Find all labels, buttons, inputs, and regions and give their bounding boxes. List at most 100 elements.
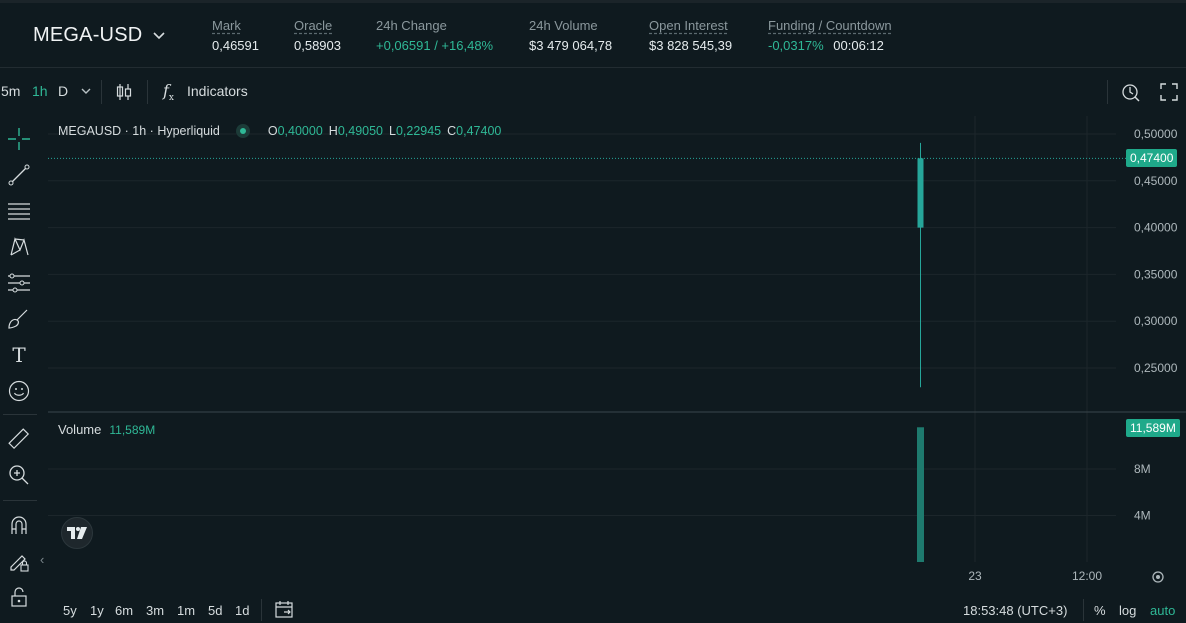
time-axis-label: 12:00 [1072, 569, 1102, 583]
ohlc-low: 0,22945 [395, 124, 442, 138]
drawing-tools-rail: T [0, 116, 40, 623]
price-axis-label: 0,40000 [1134, 221, 1178, 235]
ohlc-open: 0,40000 [277, 124, 323, 138]
range-1y[interactable]: 1y [90, 603, 104, 618]
mark-label[interactable]: Mark [212, 18, 259, 33]
ohlc-high-key: H [328, 124, 338, 138]
function-fx-icon[interactable]: fx [163, 81, 174, 103]
oracle-label[interactable]: Oracle [294, 18, 341, 33]
volume-value: 11,589M [109, 423, 156, 437]
rail-divider [3, 414, 37, 415]
chart-toolbar: 5m 1h D fx Indicators [0, 74, 1186, 110]
chevron-down-icon [153, 31, 165, 39]
range-1m[interactable]: 1m [177, 603, 195, 618]
lock-drawings-icon[interactable] [6, 548, 32, 574]
trend-line-icon[interactable] [6, 162, 32, 188]
alert-clock-icon[interactable] [1121, 82, 1141, 102]
oracle-value: 0,58903 [294, 38, 341, 53]
brush-icon[interactable] [6, 306, 32, 332]
ruler-icon[interactable] [6, 426, 32, 452]
chart-canvas[interactable]: 0,50000 0,45000 0,40000 0,35000 0,30000 0,250… [48, 116, 1186, 596]
interval-d[interactable]: D [58, 83, 68, 99]
funding-rate-value: -0,0317% [768, 38, 824, 53]
volume-axis-label: 4M [1134, 509, 1151, 523]
change-24h-label: 24h Change [376, 18, 447, 33]
pattern-icon[interactable] [6, 234, 32, 260]
candle-body [917, 158, 924, 228]
price-axis-label: 0,45000 [1134, 174, 1178, 188]
volume-legend: Volume 11,589M [58, 422, 155, 437]
tradingview-logo-icon [67, 527, 87, 539]
ohlc-open-key: O [267, 124, 278, 138]
text-tool-icon[interactable]: T [6, 342, 32, 368]
log-scale-toggle[interactable]: log [1119, 603, 1136, 618]
range-5y[interactable]: 5y [63, 603, 77, 618]
volume-24h-value: $3 479 064,78 [529, 38, 613, 53]
forecast-tools-icon[interactable] [6, 270, 32, 296]
percent-scale-toggle[interactable]: % [1094, 603, 1106, 618]
range-1d[interactable]: 1d [235, 603, 249, 618]
candles-style-icon[interactable] [116, 83, 132, 101]
magnet-icon[interactable] [6, 512, 32, 538]
last-volume-tag: 11,589M [1126, 419, 1180, 438]
timezone-clock[interactable]: 18:53:48 (UTC+3) [963, 603, 1067, 618]
change-24h-value: +0,06591 / +16,48% [376, 38, 494, 53]
price-axis-label: 0,35000 [1134, 267, 1178, 281]
settings-gear-icon [1156, 575, 1160, 579]
mark-value: 0,46591 [212, 38, 259, 53]
volume-24h-label: 24h Volume [529, 18, 598, 33]
ohlc-high: 0,49050 [337, 124, 383, 138]
toolbar-divider [1107, 80, 1108, 104]
volume-24h-stat: 24h Volume $3 479 064,78 [529, 18, 612, 53]
price-axis-label: 0,50000 [1134, 127, 1178, 141]
funding-stat: Funding / Countdown -0,0317% 00:06:12 [768, 18, 892, 53]
last-price-tag: 0,47400 [1126, 149, 1178, 168]
volume-axis-label: 8M [1134, 462, 1151, 476]
price-axis-label: 0,25000 [1134, 361, 1178, 375]
bottom-divider [1083, 599, 1084, 621]
market-status-icon [235, 124, 250, 138]
open-interest-value: $3 828 545,39 [649, 38, 733, 53]
range-3m[interactable]: 3m [146, 603, 164, 618]
volume-label[interactable]: Volume [58, 422, 101, 437]
time-axis-label: 23 [968, 569, 982, 583]
symbol-name: MEGA-USD [33, 24, 143, 46]
interval-5m[interactable]: 5m [1, 83, 20, 99]
toolbar-divider [147, 80, 148, 104]
interval-1h[interactable]: 1h [32, 83, 48, 99]
ohlc-close: 0,47400 [456, 124, 502, 138]
funding-countdown-value: 00:06:12 [833, 38, 884, 53]
ohlc-close-key: C [447, 124, 457, 138]
auto-scale-toggle[interactable]: auto [1150, 603, 1175, 618]
parallel-lines-icon[interactable] [6, 198, 32, 224]
symbol-selector[interactable]: MEGA-USD [33, 24, 166, 47]
tradingview-logo[interactable] [61, 517, 93, 549]
crosshair-icon[interactable] [6, 126, 32, 152]
emoji-icon[interactable] [6, 378, 32, 404]
fullscreen-icon[interactable] [1160, 83, 1178, 101]
volume-bar [917, 427, 924, 562]
range-6m[interactable]: 6m [115, 603, 133, 618]
range-5d[interactable]: 5d [208, 603, 222, 618]
toolbar-divider [101, 80, 102, 104]
open-interest-label[interactable]: Open Interest [649, 18, 732, 33]
bottom-bar: 5y 1y 6m 3m 1m 5d 1d 18:53:48 (UTC+3) % … [0, 596, 1186, 623]
funding-label[interactable]: Funding / Countdown [768, 18, 892, 33]
price-chart[interactable]: 0,50000 0,45000 0,40000 0,35000 0,30000 0,250… [48, 116, 1186, 596]
indicators-button[interactable]: Indicators [187, 83, 248, 99]
ohlc-low-key: L [389, 124, 396, 138]
rail-divider [3, 500, 37, 501]
price-axis-label: 0,30000 [1134, 314, 1178, 328]
interval-dropdown-chevron-icon[interactable] [81, 87, 91, 95]
open-interest-stat: Open Interest $3 828 545,39 [649, 18, 732, 53]
goto-date-icon[interactable] [275, 600, 295, 618]
zoom-in-icon[interactable] [6, 462, 32, 488]
series-legend: MEGAUSD · 1h · Hyperliquid O 0,40000 H 0,4… [58, 124, 507, 138]
bottom-divider [261, 599, 262, 621]
collapse-rail-chevron-icon[interactable]: ‹ [40, 552, 44, 567]
oracle-price-stat: Oracle 0,58903 [294, 18, 341, 53]
mark-price-stat: Mark 0,46591 [212, 18, 259, 53]
series-title[interactable]: MEGAUSD · 1h · Hyperliquid [58, 124, 220, 138]
market-header: MEGA-USD Mark 0,46591 Oracle 0,58903 24h… [0, 0, 1186, 68]
change-24h-stat: 24h Change +0,06591 / +16,48% [376, 18, 493, 53]
